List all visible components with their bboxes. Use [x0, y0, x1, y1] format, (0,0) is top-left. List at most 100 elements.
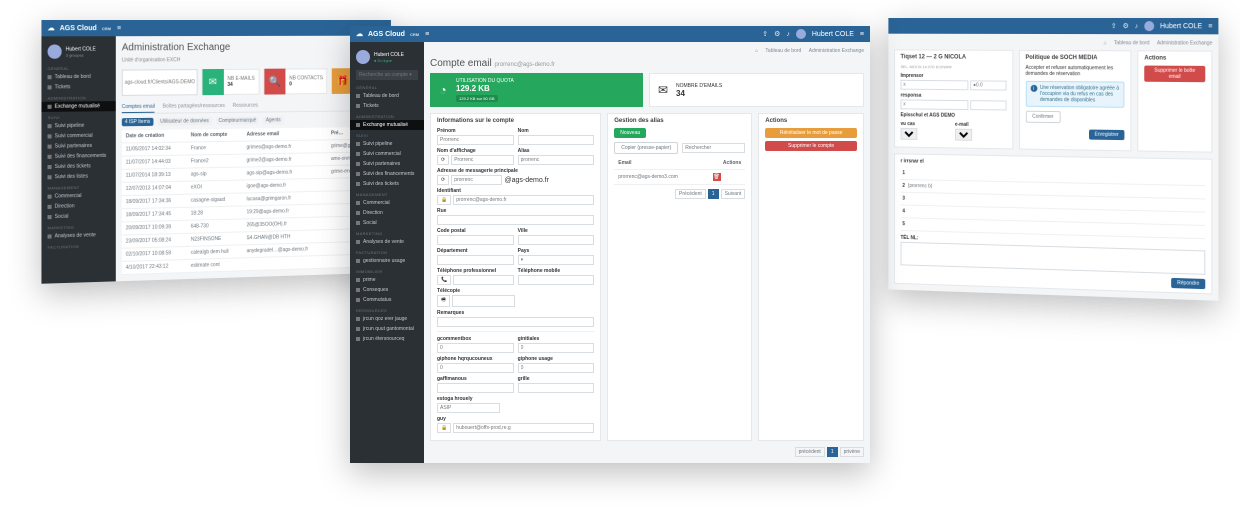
menu-toggle-icon[interactable]: ≡: [1208, 23, 1212, 30]
prenom-input[interactable]: [437, 135, 514, 145]
reset-password-button[interactable]: Réinitialiser le mot de passe: [765, 128, 857, 138]
sidebar-item[interactable]: Direction: [350, 208, 424, 218]
pager-prev[interactable]: précédent: [795, 447, 825, 457]
breadcrumb-home-icon[interactable]: ⌂: [1104, 40, 1107, 46]
tab-emails[interactable]: Comptes email: [122, 102, 155, 113]
identifiant-input[interactable]: [453, 195, 594, 205]
x-input[interactable]: [901, 80, 969, 90]
delete-account-button[interactable]: Supprimer le compte: [765, 141, 857, 151]
telpro-input[interactable]: [453, 275, 513, 285]
sidebar-item[interactable]: Tableau de bord: [350, 91, 424, 101]
g-input[interactable]: [518, 383, 595, 393]
tab-shared[interactable]: Boîtes partagées/ressources: [163, 101, 225, 113]
filter-chip[interactable]: Agents: [263, 116, 284, 124]
sidebar-item[interactable]: Commutatus: [350, 295, 424, 305]
menu-toggle-icon[interactable]: ≡: [117, 25, 121, 32]
share-icon[interactable]: ⇪: [1111, 22, 1117, 30]
gear-icon[interactable]: ⚙: [1123, 22, 1129, 30]
g-input[interactable]: [437, 363, 514, 373]
g-input[interactable]: [518, 363, 595, 373]
bell-icon[interactable]: ♪: [786, 31, 790, 38]
delete-mailbox-button[interactable]: Supprimer le boîte email: [1144, 66, 1205, 83]
g-input[interactable]: [437, 403, 500, 413]
breadcrumb-item[interactable]: Tableau de bord: [1114, 40, 1150, 46]
th[interactable]: Email: [614, 157, 708, 170]
ticket-input[interactable]: [970, 100, 1006, 110]
sidebar-item[interactable]: Suivi partenaires: [350, 159, 424, 169]
sidebar-item[interactable]: Tickets: [41, 82, 115, 93]
sidebar-item[interactable]: Conseques: [350, 285, 424, 295]
new-alias-button[interactable]: Nouveau: [614, 128, 646, 138]
sidebar-item[interactable]: Suivi des financements: [350, 169, 424, 179]
filter-chip[interactable]: Utilisateur de données: [157, 117, 212, 126]
pays-input[interactable]: [518, 255, 595, 265]
cp-input[interactable]: [437, 235, 514, 245]
sidebar-item[interactable]: Suivi commercial: [350, 149, 424, 159]
filter-chip[interactable]: Compteurmarqué: [216, 117, 259, 126]
alias-input[interactable]: [518, 155, 595, 165]
x-input[interactable]: [901, 99, 969, 110]
telmob-input[interactable]: [518, 275, 595, 285]
th[interactable]: Date de création: [122, 129, 187, 143]
sidebar-item[interactable]: jrcun étersnourceq: [350, 334, 424, 344]
pager-next[interactable]: Suivant: [721, 189, 746, 199]
ou-search-input[interactable]: [122, 69, 197, 96]
pager-page[interactable]: 1: [708, 189, 719, 199]
rue-input[interactable]: [437, 215, 594, 225]
fax-input[interactable]: [452, 295, 515, 307]
breadcrumb-item[interactable]: Tableau de bord: [765, 48, 801, 54]
sidebar-item-exchange[interactable]: Exchange mutualisé: [350, 120, 424, 130]
refresh-icon[interactable]: ⟳: [437, 175, 449, 185]
dept-input[interactable]: [437, 255, 514, 265]
remarques-input[interactable]: [437, 317, 594, 327]
refresh-icon[interactable]: ⟳: [437, 155, 449, 165]
menu-toggle-icon[interactable]: ≡: [860, 31, 864, 38]
nom-input[interactable]: [518, 135, 595, 145]
reply-button[interactable]: Répondre: [1171, 278, 1205, 289]
nomaff-input[interactable]: [451, 155, 513, 165]
sidebar-search-input[interactable]: [356, 70, 418, 80]
sidebar-item[interactable]: Suivi des tickets: [350, 179, 424, 189]
th[interactable]: Actions: [709, 157, 746, 170]
sidebar-item[interactable]: Suivi pipeline: [350, 139, 424, 149]
avatar[interactable]: [796, 29, 806, 39]
breadcrumb-item[interactable]: Administration Exchange: [1157, 40, 1212, 46]
pager-next[interactable]: privène: [840, 447, 864, 457]
breadcrumb-home-icon[interactable]: ⌂: [755, 48, 758, 54]
sel-input[interactable]: ▾: [955, 129, 972, 141]
save-button[interactable]: Enregistrer: [1089, 130, 1125, 141]
ville-input[interactable]: [518, 235, 595, 245]
user-name[interactable]: Hubert COLE: [1160, 23, 1202, 30]
gear-icon[interactable]: ⚙: [774, 30, 780, 38]
tab-resources[interactable]: Ressources: [233, 101, 258, 112]
g-input[interactable]: [453, 423, 594, 433]
sel-input[interactable]: 2: [901, 128, 918, 140]
g-input[interactable]: [437, 343, 514, 353]
alias-search-input[interactable]: [682, 143, 745, 153]
mail-prefix-input[interactable]: [451, 175, 502, 185]
user-name[interactable]: Hubert COLE: [812, 31, 854, 38]
sidebar-item[interactable]: Social: [350, 218, 424, 228]
sidebar-item[interactable]: gestionnaire usage: [350, 256, 424, 266]
copy-button[interactable]: Copier (presse-papier): [614, 142, 678, 154]
share-icon[interactable]: ⇪: [762, 30, 768, 38]
pager-page[interactable]: 1: [827, 447, 838, 457]
breadcrumb-item[interactable]: Administration Exchange: [809, 48, 864, 54]
sidebar-item[interactable]: Tableau de bord: [41, 72, 115, 83]
th[interactable]: Nom de compte: [187, 129, 243, 142]
sidebar-item[interactable]: Commercial: [350, 198, 424, 208]
menu-toggle-icon[interactable]: ≡: [425, 31, 429, 38]
confirm-button[interactable]: Confirmer: [1025, 111, 1060, 123]
sidebar-item[interactable]: Tickets: [350, 101, 424, 111]
sidebar-item[interactable]: Analyses de vente: [350, 237, 424, 247]
ticket-input[interactable]: [970, 80, 1006, 90]
sidebar-item[interactable]: jrcun qoz erer jauge: [350, 314, 424, 324]
g-input[interactable]: [437, 383, 514, 393]
sidebar-item[interactable]: prime: [350, 275, 424, 285]
bell-icon[interactable]: ♪: [1135, 23, 1138, 30]
sidebar-item[interactable]: jrcun quut gantomontal: [350, 324, 424, 334]
delete-alias-button[interactable]: 🗑: [713, 173, 721, 181]
avatar[interactable]: [1144, 21, 1154, 31]
pager-prev[interactable]: Précédent: [675, 189, 706, 199]
g-input[interactable]: [518, 343, 595, 353]
